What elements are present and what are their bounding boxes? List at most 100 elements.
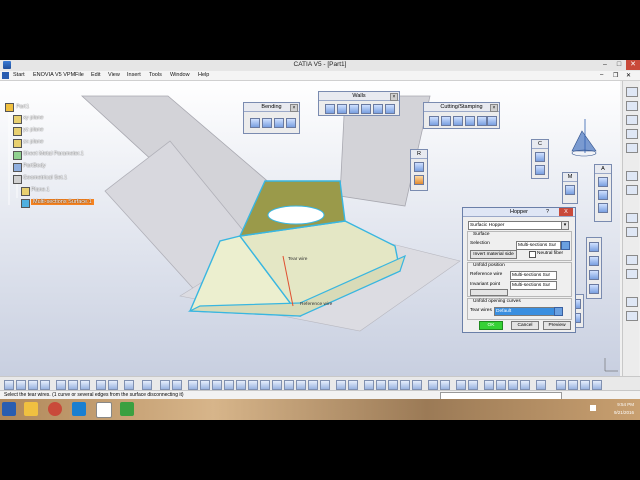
menu-tools[interactable]: Tools	[149, 72, 162, 78]
join-icon[interactable]	[412, 380, 422, 390]
wall-on-edge-icon[interactable]	[337, 104, 347, 114]
menu-edit[interactable]: Edit	[91, 72, 100, 78]
fold-icon[interactable]	[286, 118, 296, 128]
open-icon[interactable]	[16, 380, 26, 390]
symmetry-icon[interactable]	[626, 311, 638, 321]
menu-window[interactable]: Window	[170, 72, 190, 78]
rework-icon[interactable]	[414, 175, 424, 185]
doc-minimize-icon[interactable]: –	[600, 72, 603, 78]
hopper-icon[interactable]	[373, 104, 383, 114]
fit-all-icon[interactable]	[200, 380, 210, 390]
doc-close-icon[interactable]: ✕	[626, 72, 631, 79]
ie-icon[interactable]	[72, 402, 86, 416]
tree-item-xy-plane[interactable]: xy plane	[23, 115, 44, 121]
tree-item-geometrical-set[interactable]: Geometrical Set.1	[23, 175, 67, 181]
maximize-button[interactable]: □	[612, 60, 626, 70]
line-create-icon[interactable]	[376, 380, 386, 390]
file-explorer-icon[interactable]	[24, 402, 38, 416]
hide-show-icon[interactable]	[296, 380, 306, 390]
multi-view-toggle-icon[interactable]	[320, 380, 330, 390]
transform-icon[interactable]	[626, 255, 638, 265]
tear-drop-icon[interactable]	[626, 143, 638, 153]
tree-item-part1[interactable]: Part1	[16, 104, 29, 110]
neutral-fiber-checkbox[interactable]	[529, 251, 536, 258]
tree-item-yz-plane[interactable]: yz plane	[23, 127, 44, 133]
render-icon[interactable]	[589, 284, 599, 294]
limit-icon[interactable]	[626, 101, 638, 111]
tree-item-multi-sections-surface[interactable]: Multi-sections Surface.1	[31, 199, 94, 205]
tree-item-zx-plane[interactable]: zx plane	[23, 139, 44, 145]
dialog-close-button[interactable]: X	[559, 208, 573, 216]
iso-view-icon[interactable]	[272, 380, 282, 390]
menu-start[interactable]: Start	[13, 72, 25, 78]
hole-icon[interactable]	[441, 116, 451, 126]
cancel-button[interactable]: Cancel	[511, 321, 539, 330]
start-icon[interactable]	[2, 402, 16, 416]
stamping-icon[interactable]	[487, 116, 497, 126]
menu-insert[interactable]: Insert	[127, 72, 141, 78]
toolbar-close-icon[interactable]: ×	[390, 93, 398, 101]
blend-icon[interactable]	[468, 380, 478, 390]
chrome-icon[interactable]	[48, 402, 62, 416]
pattern-icon[interactable]	[626, 213, 638, 223]
trim-icon[interactable]	[496, 380, 506, 390]
select-trap-icon[interactable]	[172, 380, 182, 390]
annotation-icon[interactable]	[598, 190, 608, 200]
new-icon[interactable]	[4, 380, 14, 390]
toolbar-close-icon[interactable]: ×	[490, 104, 498, 112]
menu-view[interactable]: View	[108, 72, 120, 78]
save-icon[interactable]	[28, 380, 38, 390]
swept-walls-icon[interactable]	[361, 104, 371, 114]
corner-icon[interactable]	[465, 116, 475, 126]
surface-create-icon[interactable]	[400, 380, 410, 390]
measure-icon[interactable]	[565, 185, 575, 195]
redo-icon[interactable]	[108, 380, 118, 390]
selection-field[interactable]: Multi-sections Sur	[516, 241, 561, 250]
reference-wire-field[interactable]: Multi-sections Sur	[510, 271, 557, 280]
close-button[interactable]: ✕	[626, 60, 640, 70]
chamfer-icon[interactable]	[477, 116, 487, 126]
minimize-button[interactable]: –	[598, 60, 612, 70]
pan-icon[interactable]	[212, 380, 222, 390]
print-icon[interactable]	[40, 380, 50, 390]
boundary-icon[interactable]	[440, 380, 450, 390]
measure-item-icon[interactable]	[568, 380, 578, 390]
doc-restore-icon[interactable]: ❐	[613, 72, 618, 79]
fly-mode-icon[interactable]	[188, 380, 198, 390]
paste-icon[interactable]	[80, 380, 90, 390]
zoom-out-icon[interactable]	[248, 380, 258, 390]
cut-out-icon[interactable]	[429, 116, 439, 126]
extra-button[interactable]	[470, 289, 508, 296]
rolled-wall-icon[interactable]	[385, 104, 395, 114]
taskbar-clock[interactable]: 9:54 PM 9/21/2016	[604, 401, 634, 417]
shading-icon[interactable]	[284, 380, 294, 390]
translate-icon[interactable]	[626, 269, 638, 279]
chevron-down-icon[interactable]: ▾	[561, 221, 569, 230]
plane-create-icon[interactable]	[388, 380, 398, 390]
undo-icon[interactable]	[96, 380, 106, 390]
corner-relief-icon[interactable]	[453, 116, 463, 126]
hem-icon[interactable]	[626, 129, 638, 139]
catia-taskbar-icon[interactable]	[96, 402, 112, 418]
3d-viewport[interactable]: Tear wire Reference wire Part1 xy plane …	[0, 81, 620, 376]
point-create-icon[interactable]	[364, 380, 374, 390]
select-icon[interactable]	[160, 380, 170, 390]
help-button[interactable]: ?	[546, 208, 549, 216]
cut-icon[interactable]	[56, 380, 66, 390]
tree-item-sheet-metal[interactable]: Sheet Metal Parameter.1	[23, 151, 84, 157]
catalog-icon[interactable]	[536, 380, 546, 390]
unfold-icon[interactable]	[274, 118, 284, 128]
sheet-metal-params-icon[interactable]	[626, 87, 638, 97]
swap-space-icon[interactable]	[308, 380, 318, 390]
hopper-type-select[interactable]: Surfacic Hopper	[468, 221, 563, 230]
network-icon[interactable]	[590, 405, 596, 411]
toolbar-close-icon[interactable]: ×	[290, 104, 298, 112]
select-surface-icon[interactable]	[561, 241, 570, 250]
bend-from-flat-icon[interactable]	[262, 118, 272, 128]
ok-button[interactable]: OK	[479, 321, 503, 330]
rotate-view-icon[interactable]	[224, 380, 234, 390]
tree-item-partbody[interactable]: PartBody	[23, 163, 46, 169]
split-icon[interactable]	[484, 380, 494, 390]
windows-store-icon[interactable]	[120, 402, 134, 416]
analysis-icon[interactable]	[598, 203, 608, 213]
